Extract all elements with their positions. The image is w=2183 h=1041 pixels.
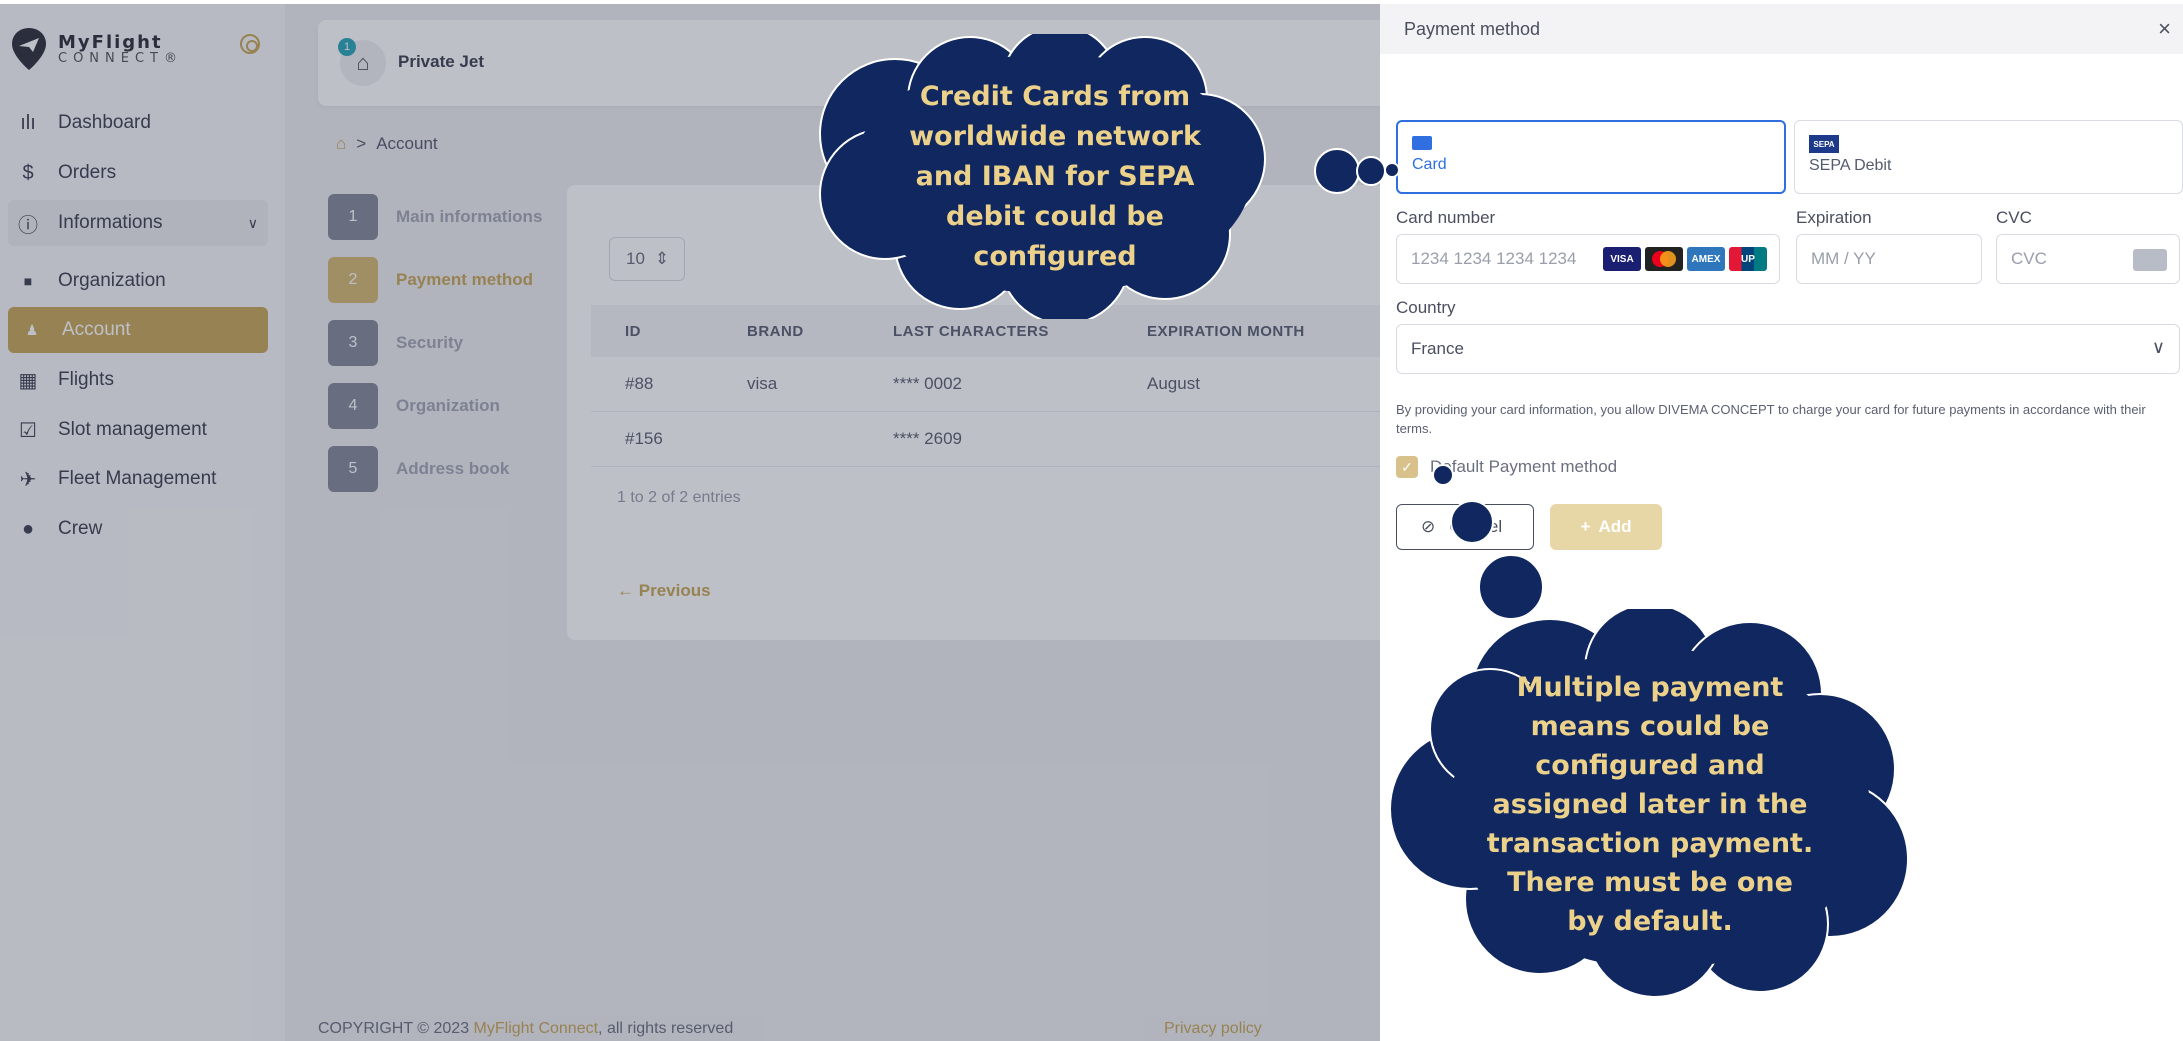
expiration-placeholder: MM / YY bbox=[1811, 249, 1876, 268]
card-number-input[interactable]: 1234 1234 1234 1234 VISA AMEX UP bbox=[1396, 234, 1780, 284]
tab-sepa-debit[interactable]: SEPA SEPA Debit bbox=[1794, 120, 2183, 194]
checkbox-checked-icon[interactable]: ✓ bbox=[1396, 456, 1418, 478]
card-number-placeholder: 1234 1234 1234 1234 bbox=[1411, 249, 1577, 268]
sepa-icon: SEPA bbox=[1809, 135, 1839, 153]
expiration-input[interactable]: MM / YY bbox=[1796, 234, 1982, 284]
chevron-down-icon: ∨ bbox=[2151, 337, 2165, 357]
country-select[interactable]: France ∨ bbox=[1396, 324, 2180, 374]
cvc-card-icon bbox=[2133, 249, 2167, 271]
expiration-label: Expiration bbox=[1796, 208, 1872, 227]
mastercard-icon bbox=[1645, 247, 1683, 271]
callout-pointer bbox=[1314, 148, 1360, 194]
card-number-label: Card number bbox=[1396, 208, 1496, 227]
close-icon[interactable]: × bbox=[2158, 16, 2171, 42]
cvc-label: CVC bbox=[1996, 208, 2032, 227]
amex-icon: AMEX bbox=[1687, 247, 1725, 271]
country-value: France bbox=[1411, 339, 1464, 358]
callout-pointer bbox=[1384, 162, 1400, 178]
callout-text: Credit Cards from worldwide network and … bbox=[909, 80, 1201, 272]
panel-header: Payment method bbox=[1380, 4, 2183, 54]
visa-icon: VISA bbox=[1603, 247, 1641, 271]
credit-card-icon bbox=[1412, 136, 1432, 150]
callout-cards-iban: Credit Cards from worldwide network and … bbox=[790, 34, 1320, 319]
tab-label: Card bbox=[1412, 156, 1447, 173]
ban-icon: ⊘ bbox=[1421, 517, 1436, 536]
callout-multiple-payments: Multiple payment means could be configur… bbox=[1380, 609, 1920, 999]
card-brands: VISA AMEX UP bbox=[1603, 247, 1767, 271]
callout-pointer bbox=[1356, 156, 1386, 186]
unionpay-icon: UP bbox=[1729, 247, 1767, 271]
callout-text: Multiple payment means could be configur… bbox=[1486, 671, 1814, 937]
plus-icon: + bbox=[1580, 517, 1591, 536]
tab-card[interactable]: Card bbox=[1396, 120, 1786, 194]
tab-label: SEPA Debit bbox=[1809, 157, 1892, 174]
checkbox-label: Default Payment method bbox=[1430, 457, 1618, 476]
app-frame: MyFlight CONNECT® ılı Dashboard $ Orders… bbox=[0, 4, 2183, 1041]
default-payment-checkbox[interactable]: ✓ Default Payment method bbox=[1396, 456, 1617, 478]
add-button[interactable]: + Add bbox=[1550, 504, 1662, 550]
add-label: Add bbox=[1598, 517, 1632, 536]
callout-pointer bbox=[1450, 500, 1494, 544]
cvc-input[interactable]: CVC bbox=[1996, 234, 2180, 284]
cvc-placeholder: CVC bbox=[2011, 249, 2047, 268]
authorization-disclaimer: By providing your card information, you … bbox=[1396, 402, 2146, 436]
country-label: Country bbox=[1396, 298, 1456, 317]
panel-title: Payment method bbox=[1404, 18, 1541, 39]
callout-pointer bbox=[1432, 464, 1454, 486]
